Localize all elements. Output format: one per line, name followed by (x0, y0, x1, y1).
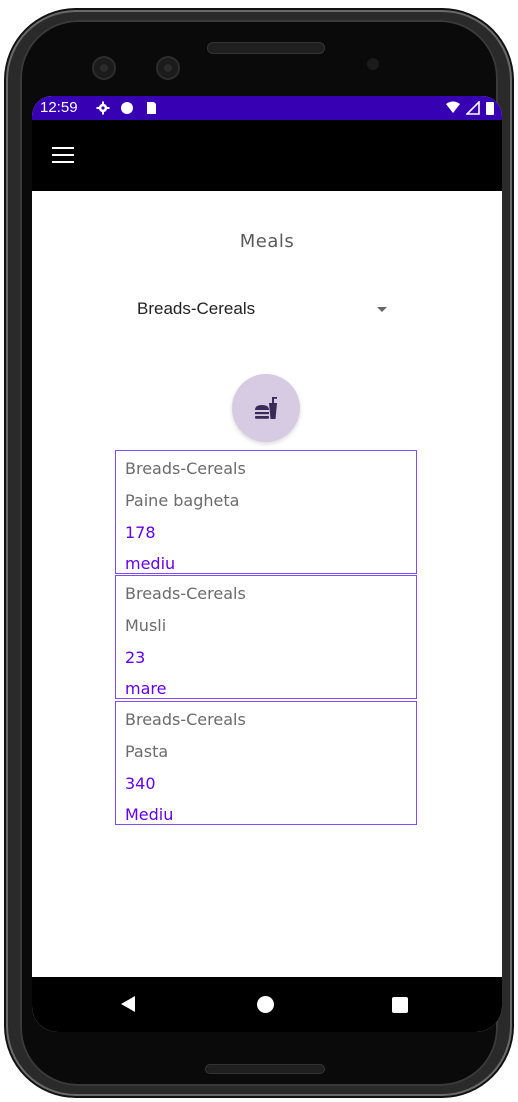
dropdown-arrow-icon (377, 307, 387, 312)
gear-icon (96, 101, 110, 115)
device-screen: 12:59 Meals Breads-Cereals Breads-Cereal… (32, 96, 502, 1032)
front-sensor-icon (156, 56, 180, 80)
app-bar (32, 120, 502, 191)
fastfood-icon (255, 397, 277, 419)
wifi-icon (446, 101, 460, 113)
meal-category: Breads-Cereals (125, 459, 246, 478)
menu-icon[interactable] (52, 147, 74, 165)
status-time: 12:59 (40, 99, 78, 116)
meal-category: Breads-Cereals (125, 710, 246, 729)
meal-size: mediu (125, 554, 176, 573)
meal-card[interactable]: Breads-Cereals Paine bagheta 178 mediu (115, 450, 417, 574)
meal-calories: 340 (125, 774, 156, 793)
meal-category: Breads-Cereals (125, 584, 246, 603)
status-icons-left (96, 101, 158, 115)
earpiece-speaker (207, 42, 325, 54)
meal-name: Musli (125, 616, 167, 635)
meal-calories: 178 (125, 523, 156, 542)
status-icons-right (446, 101, 494, 115)
bottom-speaker (205, 1064, 325, 1074)
meal-name: Pasta (125, 742, 169, 761)
home-icon[interactable] (257, 996, 274, 1013)
signal-icon (466, 101, 480, 115)
dropdown-selected-value: Breads-Cereals (137, 299, 256, 318)
meal-calories: 23 (125, 648, 146, 667)
battery-icon (486, 102, 494, 115)
recents-icon[interactable] (392, 997, 408, 1013)
meal-name: Paine bagheta (125, 491, 240, 510)
page-title: Meals (239, 231, 295, 252)
status-bar: 12:59 (32, 96, 502, 120)
circle-icon (121, 102, 133, 114)
add-meal-button[interactable] (232, 374, 300, 442)
category-dropdown[interactable]: Breads-Cereals (137, 299, 387, 321)
main-content: Meals Breads-Cereals Breads-Cereals Pain… (32, 191, 502, 977)
meal-card[interactable]: Breads-Cereals Musli 23 mare (115, 575, 417, 699)
sd-card-icon (147, 102, 156, 114)
meal-size: Mediu (125, 805, 174, 824)
proximity-sensor (367, 58, 379, 70)
back-icon[interactable] (121, 996, 135, 1012)
meal-size: mare (125, 679, 167, 698)
system-nav-bar (32, 977, 502, 1032)
front-camera-icon (92, 56, 116, 80)
meal-card[interactable]: Breads-Cereals Pasta 340 Mediu (115, 701, 417, 825)
